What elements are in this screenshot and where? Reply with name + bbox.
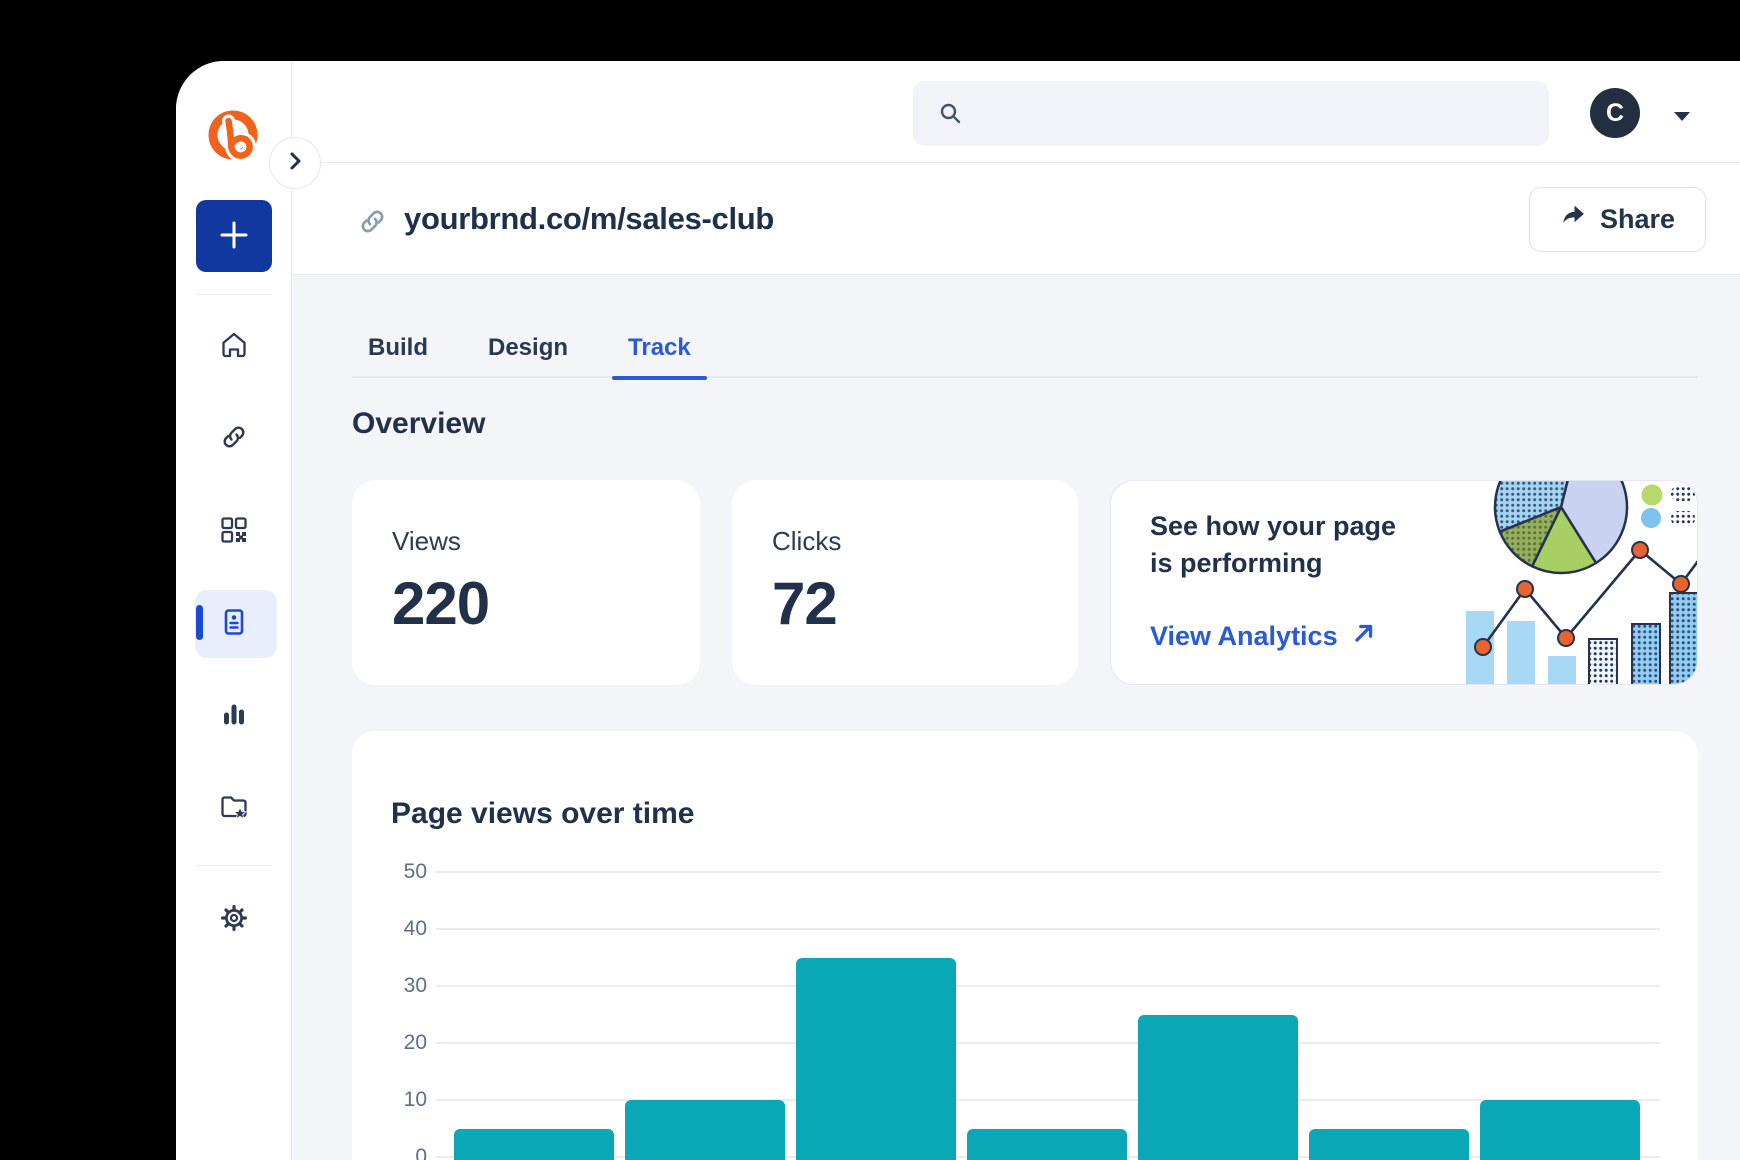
legend-dot-green — [1642, 485, 1663, 506]
page-views-chart-card: Page views over time 50403020100 — [352, 731, 1698, 1160]
qr-code-icon — [218, 514, 250, 551]
sidebar-item-links[interactable] — [218, 423, 250, 455]
views-value: 220 — [392, 566, 489, 642]
create-new-button[interactable] — [196, 200, 272, 272]
search-icon — [937, 100, 964, 132]
chevron-right-icon — [285, 150, 305, 177]
sidebar-item-pages[interactable] — [218, 608, 250, 640]
y-tick-label: 50 — [352, 859, 427, 885]
external-arrow-icon — [1352, 621, 1376, 652]
chain-link-icon — [356, 205, 389, 243]
folder-star-icon — [218, 791, 250, 828]
sidebar-item-campaigns[interactable] — [218, 793, 250, 825]
landing-page-icon — [218, 606, 250, 643]
view-analytics-label: View Analytics — [1150, 621, 1338, 652]
tab-bar: Build Design Track — [352, 323, 1698, 378]
y-tick-label: 10 — [352, 1087, 427, 1113]
gridline — [436, 985, 1660, 987]
section-heading: Overview — [352, 407, 485, 441]
gear-icon — [218, 902, 250, 939]
clicks-value: 72 — [772, 566, 837, 642]
bar[interactable] — [625, 1100, 785, 1160]
promo-title-line1: See how your page — [1150, 508, 1396, 545]
legend-dot-blue — [1641, 508, 1661, 528]
share-button[interactable]: Share — [1529, 187, 1706, 252]
gridline — [436, 928, 1660, 930]
bar-chart-icon — [218, 698, 250, 735]
plus-icon — [217, 218, 251, 255]
content-area: Build Design Track Overview Views 220 Cl… — [292, 275, 1740, 1160]
sidebar — [176, 61, 292, 1160]
analytics-illustration — [1417, 481, 1697, 685]
bar[interactable] — [796, 958, 956, 1160]
sidebar-divider-top — [196, 294, 272, 295]
page-title: yourbrnd.co/m/sales-club — [404, 195, 774, 243]
search-input[interactable] — [975, 81, 1533, 146]
clicks-stat-card: Clicks 72 — [732, 480, 1078, 685]
sidebar-item-settings[interactable] — [218, 904, 250, 936]
sidebar-item-analytics[interactable] — [218, 700, 250, 732]
y-tick-label: 30 — [352, 973, 427, 999]
top-bar: C — [292, 61, 1740, 163]
views-label: Views — [392, 526, 461, 557]
chart-plot: 50 40 30 20 10 0 — [352, 731, 1698, 1160]
app-window: C yourbrnd.co/m/sales-club — [176, 61, 1740, 1160]
y-tick-label: 40 — [352, 916, 427, 942]
tab-track[interactable]: Track — [612, 323, 707, 378]
sidebar-collapse-button[interactable] — [269, 137, 321, 189]
tab-design[interactable]: Design — [472, 323, 584, 378]
sidebar-item-qr-codes[interactable] — [218, 516, 250, 548]
analytics-promo-card: See how your page is performing View Ana… — [1110, 480, 1698, 685]
views-stat-card: Views 220 — [352, 480, 700, 685]
bar[interactable] — [1480, 1100, 1640, 1160]
link-icon — [218, 421, 250, 458]
gridline — [436, 1099, 1660, 1101]
gridline — [436, 1042, 1660, 1044]
sidebar-item-home[interactable] — [218, 331, 250, 363]
share-label: Share — [1600, 204, 1675, 235]
bar[interactable] — [1309, 1129, 1469, 1160]
screen: { "header": { "search": { "placeholder":… — [0, 0, 1740, 1160]
bar[interactable] — [967, 1129, 1127, 1160]
tab-build[interactable]: Build — [352, 323, 444, 378]
home-icon — [218, 329, 250, 366]
active-item-indicator — [196, 605, 203, 640]
page-toolbar: yourbrnd.co/m/sales-club Share — [292, 163, 1740, 275]
tab-design-label: Design — [488, 334, 568, 361]
bar[interactable] — [1138, 1015, 1298, 1160]
bitly-logo — [205, 107, 263, 165]
bar[interactable] — [454, 1129, 614, 1160]
avatar[interactable]: C — [1590, 88, 1640, 138]
mini-bars-illustration — [1466, 593, 1697, 685]
y-tick-label: 20 — [352, 1030, 427, 1056]
y-tick-label: 0 — [352, 1144, 427, 1160]
account-menu-chevron-down-icon[interactable] — [1673, 109, 1691, 127]
share-icon — [1560, 204, 1587, 236]
avatar-initial: C — [1606, 99, 1624, 128]
active-tab-underline — [612, 376, 707, 380]
search-box — [913, 81, 1549, 146]
pie-chart-illustration — [1495, 481, 1627, 573]
sidebar-divider-bottom — [196, 865, 272, 866]
promo-title-line2: is performing — [1150, 545, 1323, 582]
view-analytics-link[interactable]: View Analytics — [1150, 621, 1376, 652]
main-area: C yourbrnd.co/m/sales-club — [292, 61, 1740, 1160]
clicks-label: Clicks — [772, 526, 841, 557]
tab-build-label: Build — [368, 334, 428, 361]
gridline — [436, 871, 1660, 873]
tab-track-label: Track — [628, 334, 691, 361]
